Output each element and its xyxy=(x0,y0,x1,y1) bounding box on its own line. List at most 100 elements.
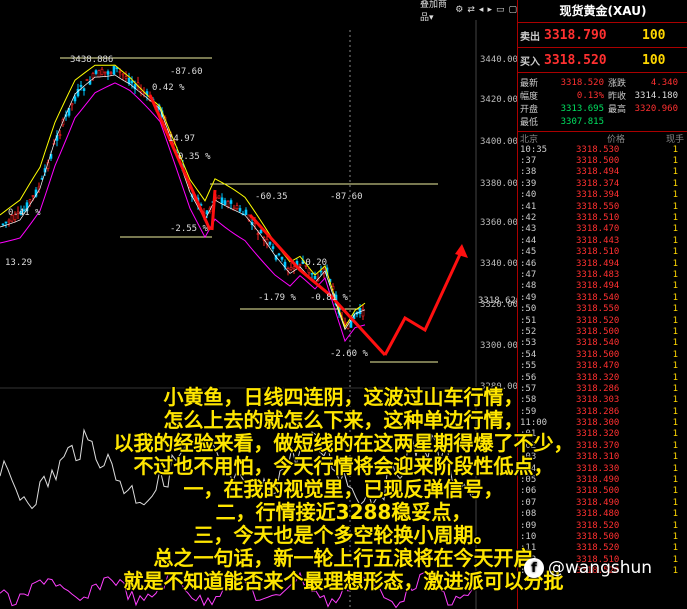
stat-label: 最低 xyxy=(520,118,539,128)
tick-volume: 1 xyxy=(672,361,678,372)
chart-price-annotation: -60.35 xyxy=(255,192,288,202)
tick-volume: 1 xyxy=(672,213,678,224)
tick-row: :52 3318.500 1 xyxy=(518,326,687,337)
tick-volume: 1 xyxy=(672,190,678,201)
tick-time: :48 xyxy=(520,281,537,292)
candle-body xyxy=(268,241,272,245)
candle-body xyxy=(4,221,8,224)
ticks-header-price: 价格 xyxy=(606,134,625,145)
tick-time: :54 xyxy=(520,349,537,360)
candle-body xyxy=(220,197,224,204)
tick-volume: 1 xyxy=(672,338,678,349)
candle-body xyxy=(70,103,74,106)
candle-body xyxy=(124,76,128,79)
next-icon[interactable]: ▸ xyxy=(487,5,492,15)
chart-price-annotation: -87.60 xyxy=(170,67,203,77)
candle-body xyxy=(289,267,293,270)
tick-row: :44 3318.443 1 xyxy=(518,235,687,246)
candle-body xyxy=(28,199,32,203)
candle-body xyxy=(238,208,242,212)
overlay-commodity-button[interactable]: 叠加商品▾ xyxy=(420,0,451,23)
tick-time: :50 xyxy=(520,304,537,315)
candle-body xyxy=(343,321,347,324)
tick-row: :37 3318.500 1 xyxy=(518,155,687,166)
stats-row: 开盘 3313.695 最高 3320.960 xyxy=(520,102,686,116)
tick-volume: 1 xyxy=(672,258,678,269)
tick-price: 3318.443 xyxy=(576,235,620,246)
candle-body xyxy=(271,246,275,249)
tick-volume: 1 xyxy=(672,326,678,337)
prev-icon[interactable]: ◂ xyxy=(479,5,484,15)
caption-line: 以我的经验来看，做短线的在这两星期得爆了不少， xyxy=(113,431,574,455)
tick-price: 3318.500 xyxy=(576,349,620,360)
sell-label: 卖出 xyxy=(520,31,540,43)
candle-body xyxy=(292,266,296,270)
projection-arrow xyxy=(383,249,464,356)
tick-time: :46 xyxy=(520,258,537,269)
tick-volume: 1 xyxy=(672,201,678,212)
tick-time: :53 xyxy=(520,338,537,349)
ticks-header: 北京 价格 现手 xyxy=(518,132,687,145)
tick-row: :50 3318.550 1 xyxy=(518,303,687,314)
bollinger-upper-line xyxy=(0,64,366,329)
tick-price: 3318.550 xyxy=(576,201,620,212)
current-price-marker: 3318.626 xyxy=(478,296,522,306)
candle-body xyxy=(106,71,110,75)
chart-price-annotation: 0.41 % xyxy=(8,208,41,218)
tick-price: 3318.494 xyxy=(576,281,620,292)
tick-volume: 1 xyxy=(672,144,678,155)
expand-icon[interactable]: ▭ xyxy=(496,5,505,15)
candle-body xyxy=(94,70,98,74)
tick-price: 3318.500 xyxy=(576,156,620,167)
collapse-icon[interactable]: ▢ xyxy=(508,5,517,15)
quote-title: 现货黄金(XAU) xyxy=(518,0,687,23)
candle-body xyxy=(97,70,101,78)
sell-row[interactable]: 卖出 3318.790 100 xyxy=(518,23,687,48)
stats-row: 幅度 0.13% 昨收 3314.180 xyxy=(520,89,686,103)
tick-time: :52 xyxy=(520,326,537,337)
candle-body xyxy=(103,71,107,74)
candle-body xyxy=(91,73,95,79)
tick-price: 3318.470 xyxy=(576,361,620,372)
candle-body xyxy=(277,253,281,256)
tick-price: 3318.530 xyxy=(576,144,620,155)
stats-row: 最低 3307.815 xyxy=(520,115,686,129)
candle-body xyxy=(7,219,11,223)
stat-value-2: 3320.960 xyxy=(634,103,678,114)
tick-price: 3318.394 xyxy=(576,190,620,201)
ticks-header-time: 北京 xyxy=(520,134,539,145)
stat-value: 3318.520 xyxy=(560,77,604,88)
candle-body xyxy=(130,80,134,84)
chart-price-annotation: -2.60 % xyxy=(330,349,368,359)
tick-time: :55 xyxy=(520,361,537,372)
candle-body xyxy=(100,69,104,76)
candle-body xyxy=(118,71,122,73)
candle-body xyxy=(358,307,362,314)
tick-price: 3318.374 xyxy=(576,178,620,189)
tick-volume: 1 xyxy=(672,178,678,189)
candle-body xyxy=(256,233,260,235)
watermark-logo-icon: f xyxy=(524,558,544,578)
tick-time: :37 xyxy=(520,156,537,167)
swap-icon[interactable]: ⇄ xyxy=(467,5,475,15)
tick-time: :56 xyxy=(520,372,537,383)
candle-body xyxy=(127,77,131,84)
gear-icon[interactable]: ⚙ xyxy=(455,5,463,15)
candle-body xyxy=(85,79,89,81)
tick-price: 3318.500 xyxy=(576,326,620,337)
buy-row[interactable]: 买入 3318.520 100 xyxy=(518,48,687,73)
quote-stats: 最新 3318.520 涨跌 4.340 幅度 0.13% 昨收 3314.180 开盘 3313… xyxy=(518,73,687,132)
tick-volume: 1 xyxy=(672,235,678,246)
candle-body xyxy=(31,195,35,197)
tick-time: :38 xyxy=(520,167,537,178)
stat-value: 3313.695 xyxy=(560,103,604,114)
stat-value: 3307.815 xyxy=(560,116,604,127)
stat-value-2: 3314.180 xyxy=(634,90,678,101)
candle-body xyxy=(79,84,83,87)
chart-price-annotation: 14.97 xyxy=(168,134,196,144)
tick-volume: 1 xyxy=(672,269,678,280)
candle-body xyxy=(82,88,86,91)
tick-volume: 1 xyxy=(672,372,678,383)
tick-row: :43 3318.470 1 xyxy=(518,224,687,235)
tick-time: :51 xyxy=(520,315,537,326)
